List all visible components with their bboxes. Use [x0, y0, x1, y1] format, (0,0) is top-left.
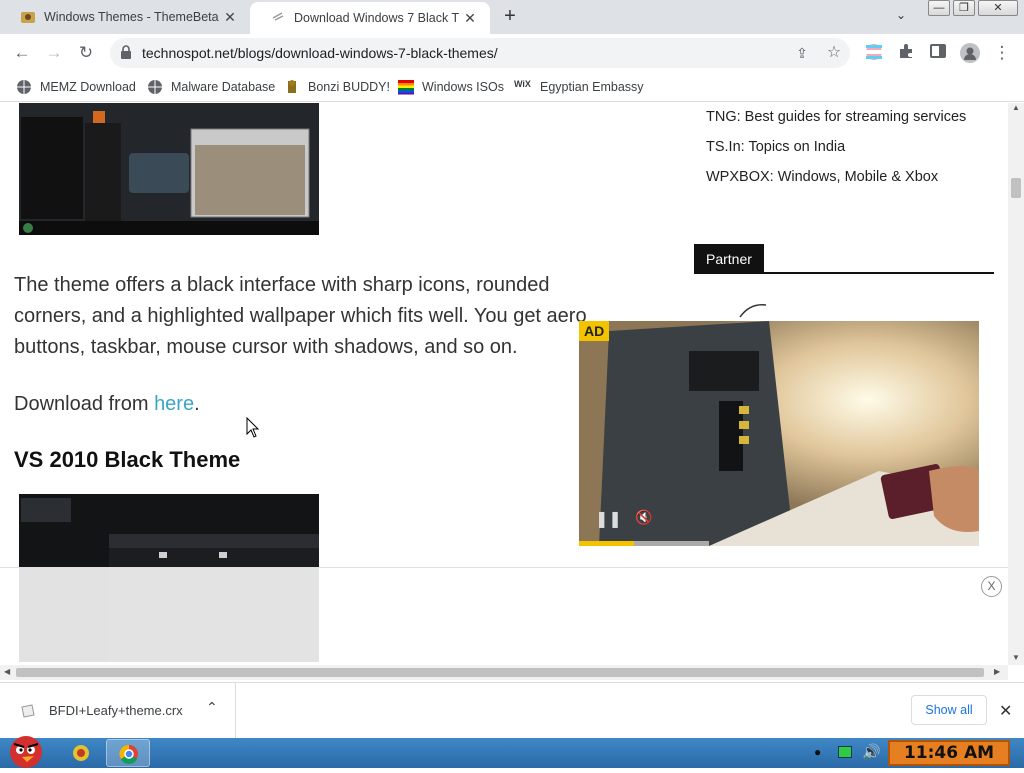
show-all-downloads-button[interactable]: Show all	[911, 695, 987, 725]
tray-volume-icon[interactable]: 🔊	[862, 743, 881, 761]
close-download-shelf-icon[interactable]: ✕	[999, 701, 1012, 721]
extensions-puzzle-icon[interactable]	[896, 43, 916, 63]
tab-windows-themes[interactable]: Windows Themes - ThemeBeta ✕	[0, 0, 250, 34]
bonzi-icon	[284, 79, 300, 95]
sidebar-link-wpxbox[interactable]: WPXBOX: Windows, Mobile & Xbox	[706, 169, 938, 185]
globe-icon	[16, 79, 32, 95]
bookmark-malware-database[interactable]: Malware Database	[147, 77, 275, 97]
start-button-angry-bird-icon[interactable]	[0, 730, 50, 768]
profile-flag-extension-icon[interactable]	[864, 43, 884, 63]
bookmark-memz[interactable]: MEMZ Download	[16, 77, 136, 97]
tab-title: Download Windows 7 Black Themes	[294, 11, 460, 25]
video-ad[interactable]: AD ❚❚ 🔇	[579, 321, 979, 546]
mute-icon[interactable]: 🔇	[635, 509, 652, 526]
tab-search-icon[interactable]: ⌄	[896, 8, 912, 24]
restore-button[interactable]: ❐	[953, 0, 975, 16]
new-tab-button[interactable]: +	[500, 6, 520, 26]
partner-section-header: Partner	[694, 244, 994, 274]
tab-close-icon[interactable]: ✕	[460, 10, 480, 27]
tray-dot-icon[interactable]: ●	[814, 745, 821, 759]
ad-close-button[interactable]: X	[981, 576, 1002, 597]
url-text: technospot.net/blogs/download-windows-7-…	[142, 45, 498, 61]
article-paragraph: The theme offers a black interface with …	[14, 274, 587, 358]
tray-network-icon[interactable]	[838, 746, 852, 758]
reload-icon[interactable]: ↻	[76, 43, 96, 63]
ad-overlay-bar	[0, 567, 1008, 665]
tab-close-icon[interactable]: ✕	[220, 9, 240, 26]
scroll-right-icon[interactable]: ▶	[994, 667, 1000, 676]
file-icon	[20, 703, 36, 724]
mouse-cursor-icon	[246, 416, 260, 444]
horizontal-scroll-thumb[interactable]	[16, 668, 984, 677]
sidebar-link-tng[interactable]: TNG: Best guides for streaming services	[706, 109, 966, 125]
partner-logo-image	[738, 301, 768, 319]
download-here-link[interactable]: here	[154, 393, 194, 415]
close-window-button[interactable]: ✕	[978, 0, 1018, 16]
wix-icon: WiX	[514, 79, 531, 89]
section-heading: VS 2010 Black Theme	[14, 447, 241, 472]
globe-icon	[147, 79, 163, 95]
web-page-content: The theme offers a black interface with …	[0, 103, 1008, 665]
address-bar[interactable]: technospot.net/blogs/download-windows-7-…	[110, 38, 850, 68]
scroll-up-icon[interactable]: ▲	[1012, 103, 1020, 112]
technospot-favicon-icon	[270, 10, 286, 26]
forward-icon[interactable]: →	[44, 43, 64, 63]
theme-screenshot-image	[19, 103, 319, 235]
tab-strip: Windows Themes - ThemeBeta ✕ Download Wi…	[0, 0, 1024, 34]
vertical-scrollbar[interactable]: ▲ ▼	[1008, 103, 1024, 665]
partner-label: Partner	[694, 244, 764, 274]
vertical-scroll-thumb[interactable]	[1011, 178, 1021, 198]
download-file-name: BFDI+Leafy+theme.crx	[49, 703, 183, 718]
ad-label: AD	[579, 321, 610, 341]
download-line: Download from here.	[14, 393, 200, 415]
share-icon[interactable]: ⇪	[792, 43, 812, 63]
download-options-chevron-icon[interactable]: ⌃	[206, 699, 218, 716]
taskbar-clock[interactable]: 11:46 AM	[888, 740, 1010, 766]
scroll-down-icon[interactable]: ▼	[1012, 653, 1020, 662]
bookmark-bonzi-buddy[interactable]: Bonzi BUDDY!	[284, 77, 390, 97]
lock-icon[interactable]	[120, 45, 132, 59]
tab-title: Windows Themes - ThemeBeta	[44, 10, 219, 24]
horizontal-scrollbar[interactable]: ◀ ▶	[0, 665, 1008, 680]
bookmarks-bar: MEMZ Download Malware Database Bonzi BUD…	[0, 72, 1024, 102]
taskbar: ● 🔊 11:46 AM	[0, 736, 1024, 768]
side-panel-icon[interactable]	[928, 43, 948, 63]
bookmark-windows-isos[interactable]: Windows ISOs	[398, 77, 504, 97]
download-shelf: BFDI+Leafy+theme.crx ⌃ Show all ✕	[0, 682, 1024, 739]
pause-icon[interactable]: ❚❚	[595, 509, 622, 529]
tab-download-windows-7[interactable]: Download Windows 7 Black Themes ✕	[250, 2, 490, 34]
themebeta-favicon-icon	[20, 9, 36, 25]
browser-toolbar: ← → ↻ technospot.net/blogs/download-wind…	[0, 34, 1024, 72]
profile-avatar-icon[interactable]	[960, 43, 980, 63]
scroll-left-icon[interactable]: ◀	[4, 667, 10, 676]
bookmark-egyptian-embassy[interactable]: WiX Egyptian Embassy	[514, 77, 644, 97]
minimize-button[interactable]: —	[928, 0, 950, 16]
sidebar-link-tsin[interactable]: TS.In: Topics on India	[706, 139, 845, 155]
menu-kebab-icon[interactable]: ⋮	[992, 43, 1012, 63]
taskbar-app-icon[interactable]	[66, 742, 96, 764]
rainbow-flag-icon	[398, 79, 414, 95]
taskbar-chrome-button[interactable]	[106, 739, 150, 767]
bookmark-star-icon[interactable]: ☆	[824, 43, 844, 63]
back-icon[interactable]: ←	[12, 43, 32, 63]
